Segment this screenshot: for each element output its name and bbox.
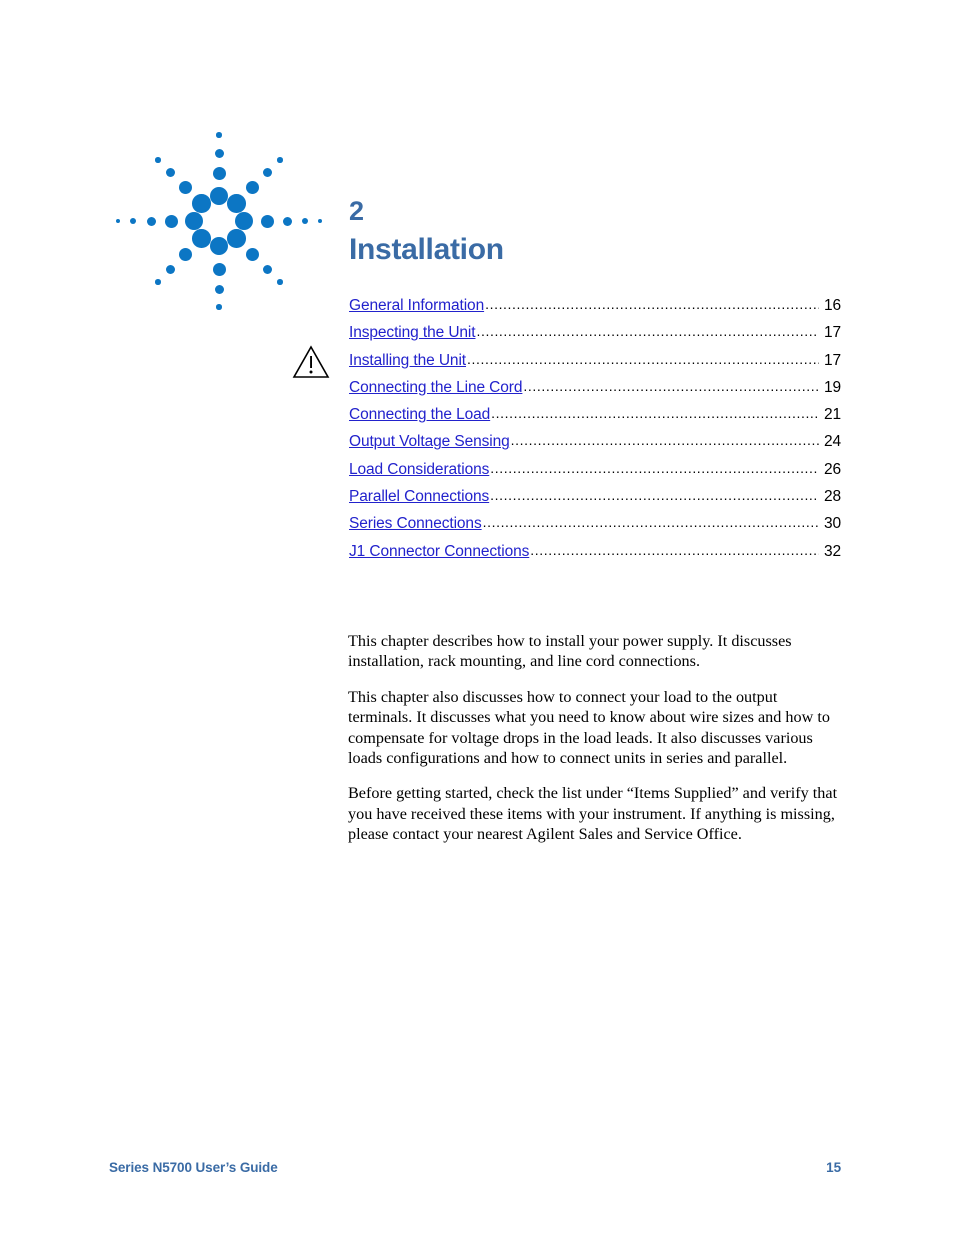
logo-dot (164, 214, 178, 228)
toc-dot-leader (491, 405, 819, 421)
body-paragraph: This chapter also discusses how to conne… (348, 687, 830, 768)
logo-dot (246, 248, 260, 262)
logo-dot (209, 236, 229, 256)
footer-page-number: 15 (826, 1160, 841, 1175)
logo-dot (282, 216, 292, 226)
toc-entry-link[interactable]: Load Considerations (349, 461, 489, 479)
toc-entry-link[interactable]: Inspecting the Unit (349, 324, 476, 342)
logo-dot (166, 168, 176, 178)
toc-dot-leader (483, 514, 819, 530)
logo-dot (209, 186, 229, 206)
toc-entry-link[interactable]: J1 Connector Connections (349, 543, 529, 561)
toc-entry[interactable]: Load Considerations 26 (349, 461, 841, 488)
logo-dot (178, 248, 192, 262)
chapter-heading-block: 2 Installation (349, 196, 849, 268)
toc-entry-link[interactable]: Series Connections (349, 515, 482, 533)
logo-dot (277, 279, 283, 285)
toc-page-number: 28 (823, 488, 841, 506)
toc-entry[interactable]: Installing the Unit 17 (349, 352, 841, 379)
page-footer: Series N5700 User’s Guide 15 (109, 1160, 841, 1175)
warning-triangle-icon (292, 343, 330, 381)
logo-dot (130, 218, 136, 224)
body-paragraph: This chapter describes how to install yo… (348, 632, 792, 671)
toc-page-number: 17 (823, 324, 841, 342)
toc-page-number: 32 (823, 542, 841, 560)
logo-dot (260, 214, 274, 228)
logo-dot (212, 166, 226, 180)
logo-dot (166, 264, 176, 274)
footer-document-title: Series N5700 User’s Guide (109, 1160, 278, 1175)
logo-dot (227, 194, 246, 213)
logo-dot (246, 180, 260, 194)
toc-page-number: 17 (823, 351, 841, 369)
toc-page-number: 21 (823, 406, 841, 424)
toc-entry[interactable]: General Information 16 (349, 297, 841, 324)
toc-entry[interactable]: J1 Connector Connections 32 (349, 543, 841, 570)
toc-dot-leader (530, 542, 819, 558)
agilent-starburst-logo (109, 111, 329, 331)
logo-dot (216, 132, 222, 138)
logo-dot (214, 284, 224, 294)
logo-dot (155, 279, 161, 285)
toc-page-number: 24 (823, 433, 841, 451)
logo-dot (318, 219, 322, 223)
logo-dot (234, 211, 254, 231)
toc-entry-link[interactable]: Connecting the Line Cord (349, 379, 522, 397)
logo-dot (262, 168, 272, 178)
table-of-contents: General Information 16 Inspecting the Unit… (349, 297, 841, 570)
toc-dot-leader (523, 378, 819, 394)
toc-entry[interactable]: Series Connections 30 (349, 515, 841, 542)
toc-entry-link[interactable]: Output Voltage Sensing (349, 433, 510, 451)
toc-dot-leader (490, 487, 819, 503)
toc-entry-link[interactable]: Installing the Unit (349, 352, 466, 370)
logo-dot (214, 148, 224, 158)
logo-dot (277, 157, 283, 163)
logo-dot (184, 211, 204, 231)
toc-entry-link[interactable]: Connecting the Load (349, 406, 490, 424)
logo-dot (192, 194, 211, 213)
toc-dot-leader (476, 323, 819, 339)
chapter-intro-text: This chapter describes how to install yo… (348, 631, 843, 845)
toc-entry-link[interactable]: General Information (349, 297, 484, 315)
toc-entry[interactable]: Output Voltage Sensing 24 (349, 433, 841, 460)
toc-entry[interactable]: Connecting the Load 21 (349, 406, 841, 433)
document-page: 2 Installation General Information 16 Insp… (0, 0, 954, 1235)
toc-page-number: 16 (823, 297, 841, 314)
toc-entry[interactable]: Parallel Connections 28 (349, 488, 841, 515)
toc-dot-leader (511, 432, 819, 448)
chapter-title: Installation (349, 233, 504, 266)
logo-dot (192, 229, 211, 248)
logo-dot (262, 264, 272, 274)
logo-dot (155, 157, 161, 163)
toc-dot-leader (467, 351, 819, 367)
toc-dot-leader (485, 296, 819, 312)
logo-dot (116, 219, 120, 223)
logo-dot (212, 262, 226, 276)
toc-page-number: 30 (823, 515, 841, 533)
toc-page-number: 26 (823, 460, 841, 478)
logo-dot (216, 304, 222, 310)
toc-entry[interactable]: Connecting the Line Cord 19 (349, 379, 841, 406)
toc-entry[interactable]: Inspecting the Unit 17 (349, 324, 841, 351)
logo-dot (178, 180, 192, 194)
logo-dot (146, 216, 156, 226)
toc-dot-leader (490, 460, 819, 476)
logo-dot (227, 229, 246, 248)
toc-entry-link[interactable]: Parallel Connections (349, 488, 489, 506)
body-paragraph: Before getting started, check the list u… (348, 784, 838, 844)
toc-page-number: 19 (823, 378, 841, 396)
chapter-number: 2 (349, 196, 364, 226)
logo-dot (302, 218, 308, 224)
